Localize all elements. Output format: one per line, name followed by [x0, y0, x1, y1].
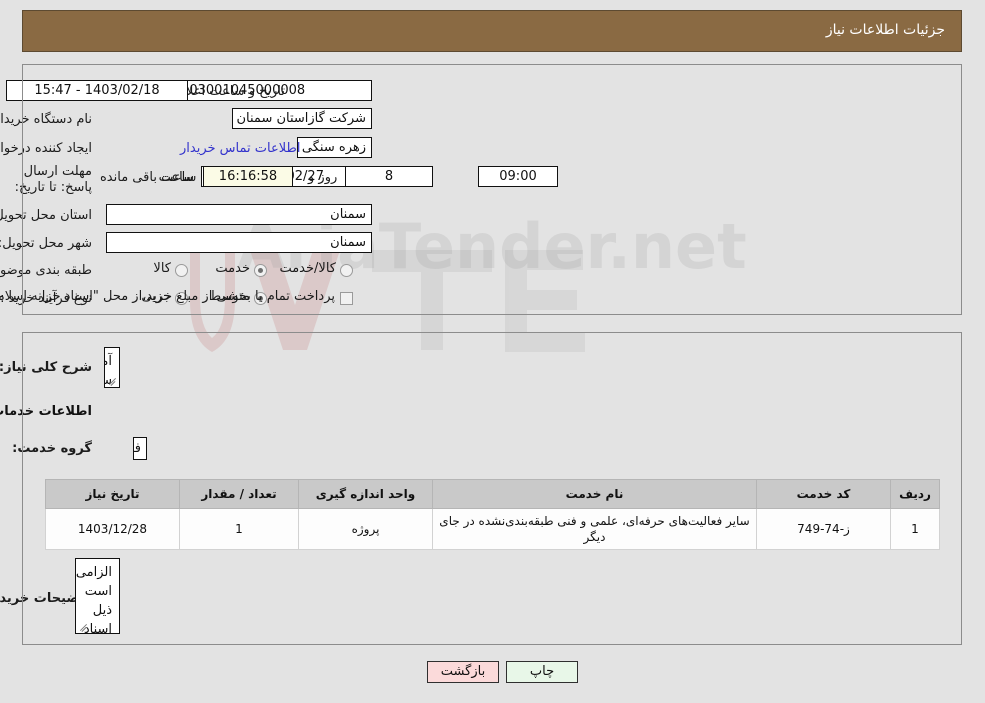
print-button[interactable]: چاپ	[506, 661, 578, 683]
th-service-name: نام خدمت	[432, 479, 757, 509]
back-button[interactable]: بازگشت	[427, 661, 499, 683]
page-title: جزئیات اطلاعات نیاز	[825, 22, 945, 38]
cell-unit: پروژه	[298, 508, 433, 550]
table-row: 1 ز-74-749 سایر فعالیت‌های حرفه‌ای، علمی…	[45, 508, 940, 550]
th-row-no: ردیف	[890, 479, 940, 509]
cell-row-no: 1	[890, 508, 940, 550]
th-unit: واحد اندازه گیری	[298, 479, 433, 509]
th-quantity: تعداد / مقدار	[179, 479, 299, 509]
cell-service-code: ز-74-749	[756, 508, 891, 550]
services-table: ردیف کد خدمت نام خدمت واحد اندازه گیری ت…	[45, 479, 940, 550]
window-title-bar: جزئیات اطلاعات نیاز	[22, 10, 962, 52]
cell-quantity: 1	[179, 508, 299, 550]
need-summary-panel	[22, 64, 962, 315]
table-header-row: ردیف کد خدمت نام خدمت واحد اندازه گیری ت…	[45, 479, 940, 509]
th-service-code: کد خدمت	[756, 479, 891, 509]
th-need-date: تاریخ نیاز	[45, 479, 180, 509]
cell-need-date: 1403/12/28	[45, 508, 180, 550]
page-root: AriaTender.net جزئیات اطلاعات نیاز شماره…	[0, 0, 985, 703]
cell-service-name: سایر فعالیت‌های حرفه‌ای، علمی و فنی طبقه…	[432, 508, 757, 550]
